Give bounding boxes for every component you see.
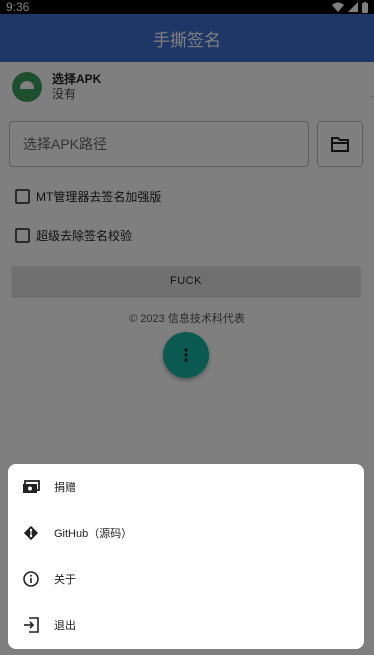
- menu-label-github: GitHub（源码）: [54, 528, 133, 540]
- git-icon: [21, 523, 41, 543]
- menu-label-about: 关于: [54, 574, 76, 586]
- info-icon: [21, 569, 41, 589]
- menu-label-exit: 退出: [54, 620, 76, 632]
- menu-label-donate: 捐赠: [54, 482, 76, 494]
- bottom-sheet-menu: 捐赠 GitHub（源码） 关于 退出: [8, 464, 364, 649]
- menu-item-donate[interactable]: 捐赠: [8, 464, 364, 510]
- exit-icon: [21, 615, 41, 635]
- menu-item-exit[interactable]: 退出: [8, 602, 364, 648]
- menu-item-github[interactable]: GitHub（源码）: [8, 510, 364, 556]
- money-icon: [21, 477, 41, 497]
- menu-item-about[interactable]: 关于: [8, 556, 364, 602]
